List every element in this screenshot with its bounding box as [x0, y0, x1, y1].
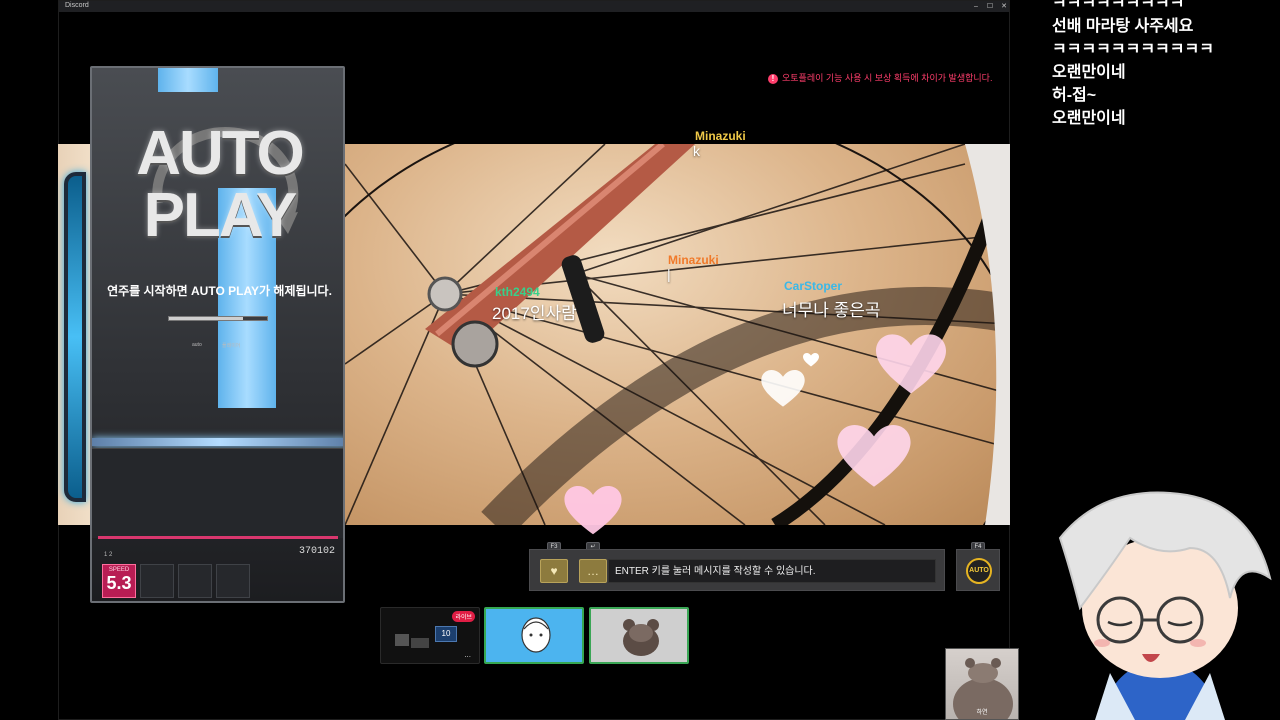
lane-small-right: 플레이어: [222, 343, 241, 349]
item-slot-3: [216, 564, 250, 598]
autoplay-title-line1: AUTO: [136, 119, 305, 188]
webcam-caption: 하연: [976, 710, 988, 716]
lane-progress-bar: [168, 316, 268, 321]
lane-floor: [92, 448, 343, 538]
danmaku-username: Minazuki: [695, 129, 746, 143]
falling-note: [158, 68, 218, 92]
more-options-icon[interactable]: ...: [464, 650, 471, 659]
autoplay-notice: ! 오토플레이 기능 사용 시 보상 획득에 차이가 발생합니다.: [768, 71, 992, 84]
heart-emote-icon[interactable]: ♥: [540, 559, 568, 583]
participant-avatar: [623, 619, 659, 656]
chat-message-field[interactable]: [608, 559, 936, 583]
danmaku-username: CarStoper: [784, 279, 843, 293]
chat-line: ㅋㅋㅋㅋㅋㅋㅋㅋㅋ: [1052, 0, 1185, 12]
room-count: 10: [435, 626, 457, 642]
autoplay-title-line2: PLAY: [143, 181, 298, 250]
minimize-icon[interactable]: –: [969, 1, 983, 12]
danmaku-message: k: [693, 143, 700, 159]
hp-line: [98, 536, 338, 539]
speed-indicator: SPEED 5.3: [102, 564, 136, 598]
score: 370102: [298, 546, 335, 557]
participant-tile[interactable]: [589, 607, 689, 664]
chat-message-input[interactable]: [609, 560, 935, 582]
speed-value: 5.3: [106, 573, 132, 593]
lane-progress-fill: [169, 317, 243, 320]
alert-icon: !: [768, 73, 778, 84]
autoplay-notice-text: 오토플레이 기능 사용 시 보상 획득에 차이가 발생합니다.: [782, 73, 993, 83]
danmaku-message: |: [667, 266, 671, 282]
app-title: Discord: [65, 2, 89, 9]
autoplay-message: 연주를 시작하면 AUTO PLAY가 해제됩니다.: [107, 284, 332, 298]
key-label-1: 1: [104, 552, 108, 558]
heart-icon: [761, 370, 805, 407]
room-furniture-icon: [395, 634, 429, 648]
stream-chat-overlay: ㅋㅋㅋㅋㅋㅋㅋㅋㅋ 선배 마라탕 사주세요 ㅋㅋㅋㅋㅋㅋㅋㅋㅋㅋㅋ 오랜만이네 …: [1052, 0, 1280, 130]
chat-line: 오랜만이네: [1052, 64, 1126, 81]
chat-bubble-icon[interactable]: …: [579, 559, 607, 583]
item-slot-2: [178, 564, 212, 598]
item-slot-1: [140, 564, 174, 598]
key-label-2: 2: [109, 552, 113, 558]
heart-icon: [803, 353, 819, 367]
participant-avatar: [521, 617, 551, 653]
chat-line: 허-접~: [1052, 87, 1097, 104]
heart-icon: [564, 486, 622, 535]
heart-icon: [837, 425, 911, 487]
heart-icon: [876, 334, 946, 394]
close-icon[interactable]: ✕: [997, 1, 1011, 12]
maximize-icon[interactable]: ☐: [983, 1, 997, 12]
danmaku-username: Minazuki: [668, 253, 719, 267]
danmaku-message: 너무나 좋은곡: [782, 301, 881, 320]
streamer-avatar: [1058, 491, 1272, 720]
danmaku-message: 2017인사람: [492, 304, 577, 323]
chat-line: 오랜만이네: [1052, 110, 1126, 127]
webcam-thumbnail: 하연: [945, 648, 1019, 720]
participant-tile[interactable]: [484, 607, 584, 664]
lane-small-left: auto: [192, 342, 202, 348]
auto-play-button[interactable]: AUTO: [956, 549, 1000, 591]
danmaku-username: kth2494: [495, 285, 540, 299]
room-tile[interactable]: 라이브 10 ...: [380, 607, 480, 664]
chat-line: ㅋㅋㅋㅋㅋㅋㅋㅋㅋㅋㅋ: [1052, 41, 1214, 58]
live-badge: 라이브: [452, 611, 475, 622]
key-indicator: 1 2: [104, 552, 112, 558]
auto-play-icon: AUTO: [966, 558, 992, 584]
rhythm-lane-panel: AUTO PLAY 연주를 시작하면 AUTO PLAY가 해제됩니다. aut…: [90, 66, 345, 603]
chat-input-bar: ♥ …: [529, 549, 945, 591]
chat-line: 선배 마라탕 사주세요: [1052, 18, 1194, 35]
lane-side-glow: [64, 172, 86, 502]
title-bar: Discord – ☐ ✕: [59, 1, 1009, 12]
judgement-line: [92, 438, 343, 446]
